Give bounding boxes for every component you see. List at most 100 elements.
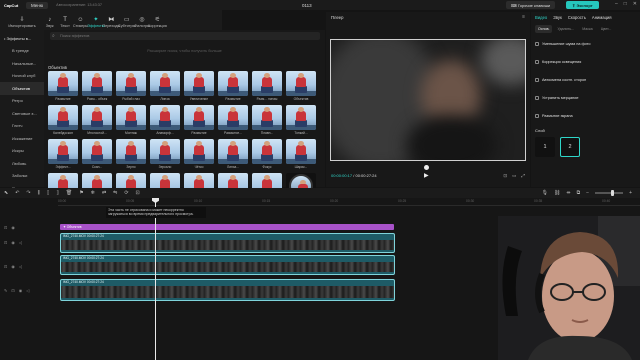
effect-clip[interactable]: ✦ Объектив xyxy=(60,224,394,230)
effect-thumbnail[interactable]: Скан... xyxy=(82,139,112,170)
layer-1-button[interactable]: 1 xyxy=(535,137,555,157)
tab-audio-props[interactable]: Звук xyxy=(553,15,562,20)
checkbox-icon[interactable] xyxy=(535,96,539,100)
maximize-icon[interactable]: □ xyxy=(624,1,627,7)
effect-thumbnail[interactable]: Размытие... xyxy=(218,105,248,136)
crop-icon[interactable]: ⊡ xyxy=(503,173,507,179)
tab-import[interactable]: ⇩ Импортировать xyxy=(2,12,42,30)
effect-thumbnail[interactable]: Увеличение xyxy=(184,71,214,102)
mute-icon[interactable]: ◁ xyxy=(19,240,22,245)
effect-thumbnail[interactable]: Рыбий глаз xyxy=(116,71,146,102)
effect-thumbnail[interactable]: Размытие xyxy=(48,71,78,102)
tab-effects[interactable]: ✦ Эффекты xyxy=(87,12,104,30)
mute-icon[interactable]: ◁ xyxy=(19,264,22,269)
split-icon[interactable]: ⫼ xyxy=(38,190,40,196)
video-clip[interactable]: IMG_2740.MOV 00:00:27:24 xyxy=(60,255,395,275)
category-item[interactable]: Любовь xyxy=(0,157,44,170)
checkbox-icon[interactable] xyxy=(535,78,539,82)
close-icon[interactable]: ✕ xyxy=(633,1,637,7)
zoom-slider[interactable] xyxy=(595,190,624,196)
lock-icon[interactable]: ⊡ xyxy=(4,225,7,230)
split-left-icon[interactable]: ⟦ xyxy=(47,190,49,196)
tab-transitions[interactable]: ⧓ Переходы xyxy=(102,12,120,30)
category-item-active[interactable]: Объектив xyxy=(0,82,44,95)
category-item[interactable]: Ночной клуб xyxy=(0,70,44,83)
video-preview[interactable] xyxy=(330,39,526,161)
effect-thumbnail[interactable]: Анаморф... xyxy=(150,105,180,136)
tab-animation[interactable]: Анимация xyxy=(592,15,612,20)
mirror-icon[interactable]: ⇋ xyxy=(113,190,117,196)
effect-thumbnail[interactable]: Эффект... xyxy=(48,139,78,170)
crop-tool-icon[interactable]: ⊡ xyxy=(136,190,140,196)
effect-thumbnail[interactable]: Зеркало xyxy=(150,139,180,170)
option-auto-reframe[interactable]: Автосмена соотн. сторон xyxy=(531,71,640,89)
category-item[interactable]: • Эффекты в... xyxy=(0,32,44,45)
delete-icon[interactable]: 🗑 xyxy=(66,190,72,196)
effect-thumbnail[interactable]: Зерно xyxy=(116,139,146,170)
project-name[interactable]: 0113 xyxy=(302,3,312,8)
minimize-icon[interactable]: – xyxy=(615,1,618,7)
cover-icon[interactable]: ✎ xyxy=(4,288,7,293)
visibility-icon[interactable]: ◉ xyxy=(11,225,15,230)
tab-captions[interactable]: ▭ Субтитры xyxy=(118,12,135,30)
checkbox-icon[interactable] xyxy=(535,42,539,46)
split-right-icon[interactable]: ⟧ xyxy=(56,190,58,196)
time-ruler[interactable]: 00:00 00:05 00:10 00:15 00:20 00:25 00:30 00:35… xyxy=(58,198,640,206)
subtab-basic[interactable]: Основ. xyxy=(535,25,553,33)
aspect-icon[interactable]: ▭ xyxy=(512,173,516,179)
effect-thumbnail[interactable]: Шарик... xyxy=(286,139,316,170)
effect-thumbnail[interactable]: Плавн... xyxy=(252,105,282,136)
export-button[interactable]: ⇪ Экспорт xyxy=(566,1,599,9)
mute-icon[interactable]: ◁ xyxy=(26,288,29,293)
tab-audio[interactable]: ♪ Звук xyxy=(42,12,57,30)
category-item[interactable]: Глитч xyxy=(0,120,44,133)
preview-axis-icon[interactable]: ⧉ xyxy=(577,190,581,196)
layer-2-button[interactable]: 2 xyxy=(560,137,580,157)
fullscreen-icon[interactable]: ⤢ xyxy=(521,173,525,179)
shortcuts-button[interactable]: ⌨ Горячие клавиши xyxy=(506,1,556,9)
visibility-icon[interactable]: ◉ xyxy=(11,240,15,245)
effect-thumbnail[interactable]: Линза xyxy=(150,71,180,102)
effect-thumbnail[interactable]: Тонкий... xyxy=(286,105,316,136)
marker-icon[interactable]: ⚑ xyxy=(79,190,83,196)
option-denoise[interactable]: Уменьшение шума на фото xyxy=(531,35,640,53)
tab-video[interactable]: Видео xyxy=(535,15,547,20)
effect-thumbnail[interactable]: Линза... xyxy=(218,139,248,170)
option-deflicker[interactable]: Устранить мерцание xyxy=(531,89,640,107)
lock-icon[interactable]: ⊡ xyxy=(11,288,14,293)
option-light-correction[interactable]: Коррекция освещения xyxy=(531,53,640,71)
option-screen-blur[interactable]: Размытие экрана xyxy=(531,107,640,125)
effect-thumbnail[interactable]: Размытие xyxy=(218,71,248,102)
subtab-mask[interactable]: Маска xyxy=(579,25,595,33)
checkbox-icon[interactable] xyxy=(535,114,539,118)
zoom-in-icon[interactable]: + xyxy=(629,190,632,196)
tab-speed[interactable]: Скорость xyxy=(568,15,586,20)
lock-icon[interactable]: ⊡ xyxy=(4,264,7,269)
category-item[interactable]: В тренде xyxy=(0,45,44,58)
category-item[interactable]: Искажение xyxy=(0,132,44,145)
rotate-icon[interactable]: ⟳ xyxy=(124,190,128,196)
video-clip-main[interactable]: IMG_2740.MOV 00:00:27:24 xyxy=(60,279,395,301)
mic-icon[interactable]: 🎙 xyxy=(542,190,548,196)
tab-adjust[interactable]: ⚟ Коррекция xyxy=(148,12,167,30)
category-item[interactable]: Искры xyxy=(0,145,44,158)
zoom-out-icon[interactable]: − xyxy=(586,190,589,196)
effect-thumbnail[interactable]: Объектив xyxy=(286,71,316,102)
effect-thumbnail[interactable]: Разм... линзы xyxy=(252,71,282,102)
visibility-icon[interactable]: ◉ xyxy=(11,264,15,269)
effect-thumbnail[interactable]: Чётко xyxy=(184,139,214,170)
category-item[interactable]: Световые э... xyxy=(0,107,44,120)
category-item[interactable]: Начальные... xyxy=(0,57,44,70)
menu-button[interactable]: Меню xyxy=(26,1,49,9)
snap-icon[interactable]: ⇹ xyxy=(566,190,570,196)
lock-icon[interactable]: ⊡ xyxy=(4,240,7,245)
freeze-icon[interactable]: ❄ xyxy=(91,190,95,196)
reverse-icon[interactable]: ⇄ xyxy=(102,190,106,196)
seek-handle[interactable] xyxy=(424,165,429,170)
effect-thumbnail[interactable]: Калейдоскоп xyxy=(48,105,78,136)
play-icon[interactable]: ▶ xyxy=(424,172,429,179)
effect-thumbnail[interactable]: Разм... объек xyxy=(82,71,112,102)
tab-text[interactable]: T Текст xyxy=(57,12,72,30)
effect-thumbnail[interactable]: Монтаж xyxy=(116,105,146,136)
subtab-color[interactable]: Цвет... xyxy=(598,25,615,33)
